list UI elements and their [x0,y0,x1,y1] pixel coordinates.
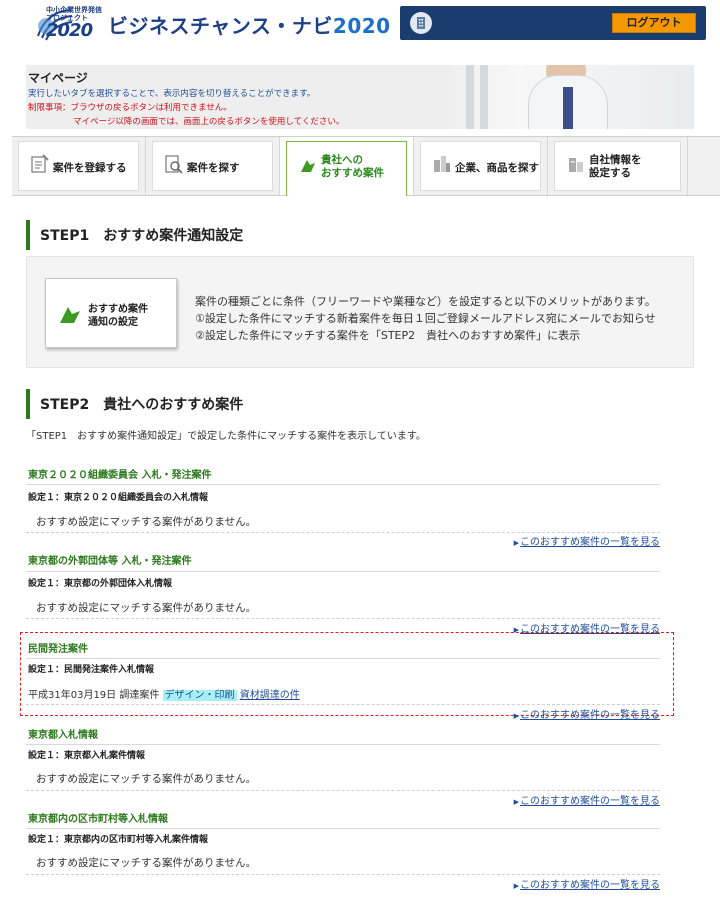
site-title-year: 2020 [332,14,391,38]
category-title: 東京都内の区市町村等入札情報 [28,814,168,825]
tab-label: 貴社への おすすめ案件 [321,154,384,179]
tab-search-companies[interactable]: 企業、商品を探す [414,137,548,195]
logo-year: 2020 [46,20,93,41]
no-match-message: おすすめ設定にマッチする案件がありません。 [36,602,257,614]
case-category: 東京都の外郭団体等 入札・発注案件 設定１：東京都の外郭団体入札情報 おすすめ設… [26,546,660,635]
recommend-arrow-icon [60,307,80,323]
company-settings-icon [569,158,583,172]
category-setting: 設定１：東京都内の区市町村等入札案件情報 [28,835,209,845]
step1-text-line: ①設定した条件にマッチする新着案件を毎日１回ご登録メールアドレス宛にメールでお知… [195,312,656,325]
step1-panel: おすすめ案件 通知の設定 案件の種類ごとに条件（フリーワードや業種など）を設定す… [26,256,694,368]
tab-label: 案件を探す [187,162,240,174]
search-doc-icon [165,155,183,174]
site-title-main: ビジネスチャンス・ナビ [108,14,333,38]
step2-heading: STEP2 貴社へのおすすめ案件 [26,389,694,419]
view-all-link[interactable]: このおすすめ案件の一覧を見る [514,706,660,721]
entry-type: 調達案件 [119,690,160,701]
mypage-warning-detail: マイページ以降の画面では、画面上の戻るボタンを使用してください。 [73,117,345,127]
recommend-arrow-icon [301,160,315,172]
case-category: 東京都入札情報 設定１：東京都入札案件情報 おすすめ設定にマッチする案件がありま… [26,720,660,807]
tab-company-settings[interactable]: 自社情報を 設定する [548,137,688,195]
no-match-message: おすすめ設定にマッチする案件がありません。 [36,773,257,785]
tab-label: 自社情報を 設定する [589,154,642,179]
logout-button[interactable]: ログアウト [612,13,696,33]
view-all-link[interactable]: このおすすめ案件の一覧を見る [514,876,660,891]
mypage-warning: 制限事項：ブラウザの戻るボタンは利用できません。 [28,103,232,113]
step2-title: STEP2 貴社へのおすすめ案件 [40,397,244,413]
tab-label: 企業、商品を探す [455,162,539,174]
entry-date: 平成31年03月19日 [28,690,117,701]
mypage-banner: マイページ 実行したいタブを選択することで、表示内容を切り替えることができます。… [26,65,694,129]
no-match-message: おすすめ設定にマッチする案件がありません。 [36,857,257,869]
category-setting: 設定１：東京都の外郭団体入札情報 [28,579,173,589]
step1-heading: STEP1 おすすめ案件通知設定 [26,220,694,250]
category-title: 民間発注案件 [28,644,88,655]
site-title[interactable]: ビジネスチャンス・ナビ2020 [108,10,391,39]
step1-text-line: 案件の種類ごとに条件（フリーワードや業種など）を設定すると以下のメリットがありま… [195,295,656,308]
case-category: 民間発注案件 設定１：民間発注案件入札情報 平成31年03月19日 調達案件 デ… [26,634,660,721]
user-bar: ログアウト [400,6,706,40]
category-title: 東京都の外郭団体等 入札・発注案件 [28,556,192,567]
site-header: 中小企業世界発信 プロジェクト 2020 ビジネスチャンス・ナビ2020 ログア… [0,0,720,50]
mypage-description: 実行したいタブを選択することで、表示内容を切り替えることができます。 [28,89,316,99]
entry-category-tag: デザイン・印刷 [162,690,237,701]
category-title: 東京２０２０組織委員会 入札・発注案件 [28,470,212,481]
entry-link[interactable]: 資材調達の件 [240,690,300,701]
building-icon [410,12,432,34]
no-match-message: おすすめ設定にマッチする案件がありません。 [36,516,257,528]
step1-explanation: 案件の種類ごとに条件（フリーワードや業種など）を設定すると以下のメリットがありま… [195,293,656,344]
step1-title: STEP1 おすすめ案件通知設定 [40,228,244,244]
step1-text-line: ②設定した条件にマッチする案件を「STEP2 貴社へのおすすめ案件」に表示 [195,329,581,342]
tab-recommended-cases[interactable]: 貴社への おすすめ案件 [280,137,414,196]
register-icon [31,154,49,173]
banner-photo [446,65,694,129]
case-entry: 平成31年03月19日 調達案件 デザイン・印刷 資材調達の件 [28,686,300,701]
mypage-title: マイページ [28,71,88,85]
case-category: 東京都内の区市町村等入札情報 設定１：東京都内の区市町村等入札案件情報 おすすめ… [26,804,660,891]
category-setting: 設定１：東京都入札案件情報 [28,751,146,761]
main-tabs: 案件を登録する 案件を探す 貴社への おすすめ案件 企業、商品を探す 自社情報を… [12,136,720,196]
category-title: 東京都入札情報 [28,730,98,741]
tab-search-case[interactable]: 案件を探す [146,137,280,195]
tab-register-case[interactable]: 案件を登録する [12,137,146,195]
category-setting: 設定１：民間発注案件入札情報 [28,665,155,675]
step2-description: 「STEP1 おすすめ案件通知設定」で設定した条件にマッチする案件を表示していま… [26,431,426,442]
case-category: 東京２０２０組織委員会 入札・発注案件 設定１：東京２０２０組織委員会の入札情報… [26,460,660,548]
notification-settings-label: おすすめ案件 通知の設定 [88,304,148,328]
notification-settings-button[interactable]: おすすめ案件 通知の設定 [45,278,177,348]
products-icon [434,156,450,172]
tab-label: 案件を登録する [53,162,127,174]
category-setting: 設定１：東京２０２０組織委員会の入札情報 [28,493,209,503]
